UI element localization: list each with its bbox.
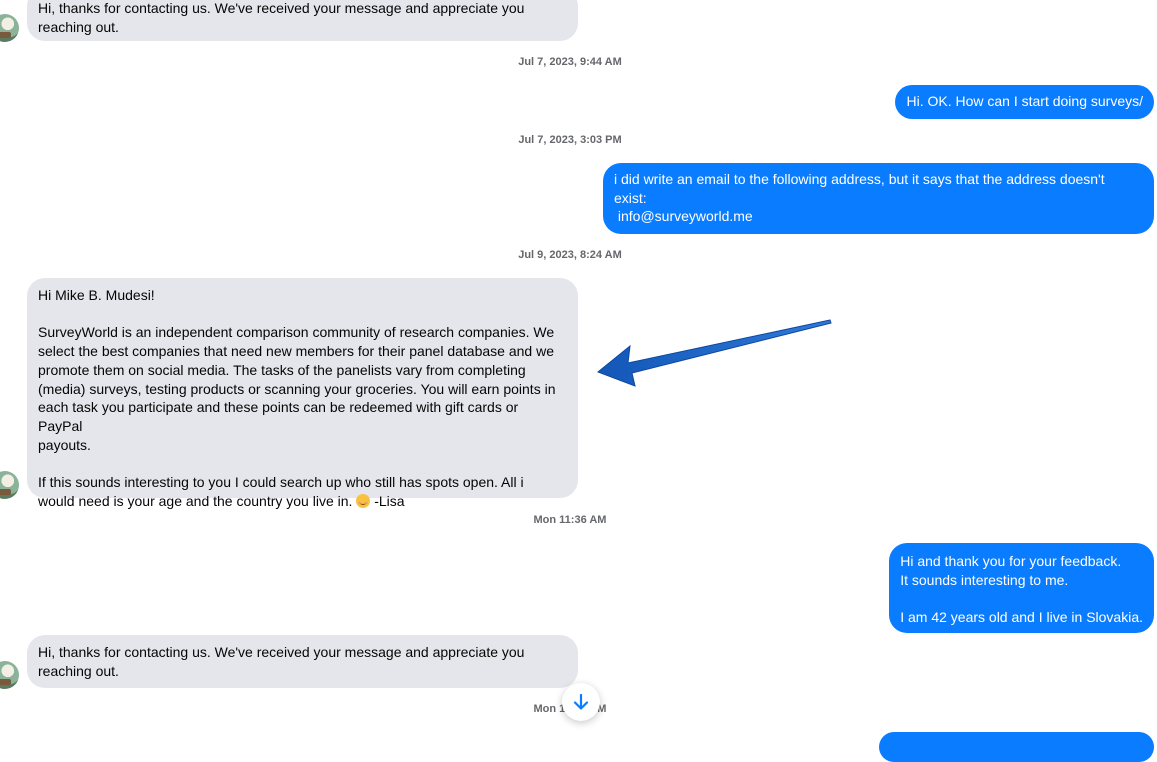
scroll-to-bottom-button[interactable] — [562, 683, 600, 721]
contact-avatar[interactable] — [0, 14, 19, 42]
message-line: info@surveyworld.me — [614, 208, 753, 225]
message-line: I am 42 years old and I live in Slovakia… — [900, 609, 1143, 626]
message-signoff: -Lisa — [370, 492, 405, 509]
message-text: Hi. OK. How can I start doing surveys/ — [906, 93, 1143, 109]
message-line: would need is your age and the country y… — [38, 492, 353, 509]
annotation-arrow-icon — [597, 319, 832, 387]
outgoing-message[interactable]: i did write an email to the following ad… — [603, 163, 1154, 234]
incoming-message[interactable]: Hi, thanks for contacting us. We've rece… — [27, 0, 578, 41]
message-line: Hi, thanks for contacting us. We've rece… — [38, 0, 525, 16]
timestamp: Jul 7, 2023, 3:03 PM — [518, 134, 622, 146]
message-line: Hi and thank you for your feedback. — [900, 553, 1122, 569]
outgoing-message[interactable]: Hi. OK. How can I start doing surveys/ — [895, 85, 1154, 119]
message-line: reaching out. — [38, 662, 119, 679]
arrow-down-icon — [573, 693, 589, 710]
contact-avatar[interactable] — [0, 471, 19, 499]
outgoing-message[interactable] — [879, 732, 1154, 762]
incoming-message[interactable]: Hi, thanks for contacting us. We've rece… — [27, 635, 578, 688]
message-line: If this sounds interesting to you I coul… — [38, 474, 524, 490]
message-line: promote them on social media. The tasks … — [38, 361, 526, 378]
message-line: each task you participate and these poin… — [38, 399, 523, 434]
incoming-message[interactable]: Hi Mike B. Mudesi! SurveyWorld is an inde… — [27, 278, 578, 509]
smiling-face-emoji-icon — [356, 493, 371, 508]
message-line: SurveyWorld is an independent comparison… — [38, 324, 555, 341]
timestamp: Jul 9, 2023, 8:24 AM — [518, 249, 622, 261]
outgoing-message[interactable]: Hi and thank you for your feedback. It so… — [889, 543, 1154, 633]
message-greeting: Hi Mike B. Mudesi! — [38, 287, 155, 303]
timestamp: Jul 7, 2023, 9:44 AM — [518, 56, 622, 68]
contact-avatar[interactable] — [0, 661, 19, 689]
message-line: payouts. — [38, 436, 91, 453]
message-line: exist: — [614, 189, 647, 206]
message-line: i did write an email to the following ad… — [614, 171, 1105, 187]
message-line: It sounds interesting to me. — [900, 571, 1069, 588]
message-line: reaching out. — [38, 18, 119, 35]
message-line: select the best companies that need new … — [38, 343, 554, 360]
message-line: Hi, thanks for contacting us. We've rece… — [38, 644, 525, 660]
message-line: (media) surveys, testing products or sca… — [38, 380, 556, 397]
timestamp: Mon 11:36 AM — [533, 514, 607, 526]
message-line — [900, 589, 1143, 608]
